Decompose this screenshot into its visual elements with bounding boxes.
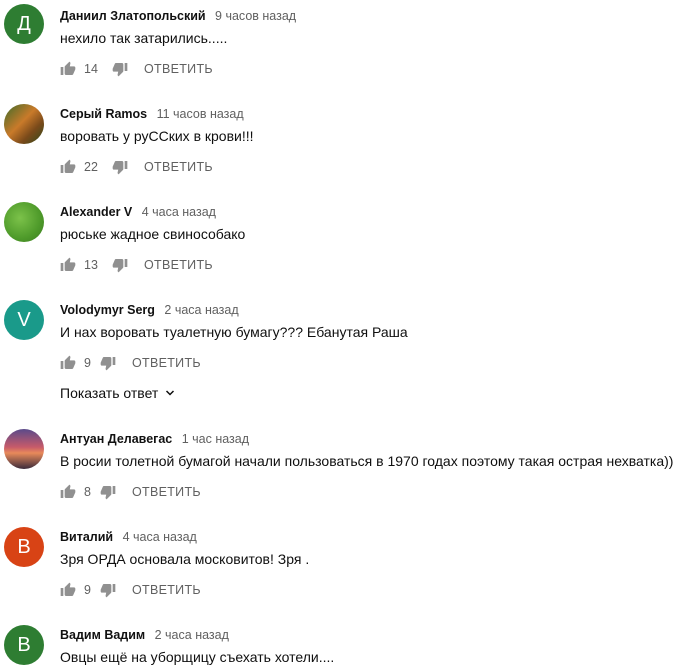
comment-time[interactable]: 11 часов назад — [157, 107, 244, 121]
comment-text: В росии толетной бумагой начали пользова… — [60, 453, 674, 469]
comment-time[interactable]: 9 часов назад — [215, 9, 296, 23]
like-count: 22 — [84, 160, 98, 174]
thumb-up-icon[interactable] — [60, 61, 76, 77]
comment-text: нехило так затарились..... — [60, 30, 228, 46]
comment-text: воровать у руССких в крови!!! — [60, 128, 254, 144]
thumb-up-icon[interactable] — [60, 582, 76, 598]
comment-time[interactable]: 2 часа назад — [155, 628, 229, 642]
comment-text: Зря ОРДА основала московитов! Зря . — [60, 551, 310, 567]
reply-button[interactable]: ОТВЕТИТЬ — [144, 160, 213, 174]
chevron-down-icon — [166, 390, 175, 396]
comment-author[interactable]: Даниил Златопольский — [60, 9, 206, 23]
comment-header: Антуан Делавегас 1 час назад — [60, 430, 249, 448]
thumb-up-icon[interactable] — [60, 257, 76, 273]
comment-header: Volodymyr Serg 2 часа назад — [60, 301, 239, 319]
comment-author[interactable]: Антуан Делавегас — [60, 432, 172, 446]
reply-button[interactable]: ОТВЕТИТЬ — [132, 583, 201, 597]
avatar-letter: Д — [17, 12, 31, 35]
like-count: 9 — [84, 583, 91, 597]
thumb-down-icon[interactable] — [100, 484, 116, 500]
comment-header: Вадим Вадим 2 часа назад — [60, 626, 229, 644]
comment-text: Овцы ещё на уборщицу съехать хотели.... — [60, 649, 335, 665]
comment-actions: 9 ОТВЕТИТЬ — [60, 581, 201, 599]
comment-actions: 22 ОТВЕТИТЬ — [60, 158, 213, 176]
comment-author[interactable]: Виталий — [60, 530, 113, 544]
comment-text: И нах воровать туалетную бумагу??? Ебану… — [60, 324, 408, 340]
thumb-down-icon[interactable] — [100, 582, 116, 598]
comment-time[interactable]: 2 часа назад — [164, 303, 238, 317]
comment-actions: 13 ОТВЕТИТЬ — [60, 256, 213, 274]
avatar-letter: В — [17, 535, 31, 558]
avatar[interactable] — [4, 104, 44, 144]
thumb-up-icon[interactable] — [60, 159, 76, 175]
comment-author[interactable]: Alexander V — [60, 205, 132, 219]
comment-item: Серый Ramos 11 часов назад воровать у ру… — [0, 100, 685, 180]
comment-time[interactable]: 1 час назад — [182, 432, 249, 446]
comment-time[interactable]: 4 часа назад — [123, 530, 197, 544]
comment-header: Даниил Златопольский 9 часов назад — [60, 7, 296, 25]
like-count: 14 — [84, 62, 98, 76]
show-replies-button[interactable]: Показать ответ — [60, 385, 176, 401]
like-count: 8 — [84, 485, 91, 499]
comment-actions: 8 ОТВЕТИТЬ — [60, 483, 201, 501]
avatar-letter: В — [17, 633, 31, 656]
comment-item: V Volodymyr Serg 2 часа назад И нах воро… — [0, 296, 685, 376]
thumb-down-icon[interactable] — [112, 159, 128, 175]
avatar[interactable] — [4, 202, 44, 242]
avatar-letter: V — [17, 308, 31, 331]
comment-text: рюське жадное свинособако — [60, 226, 246, 242]
like-count: 9 — [84, 356, 91, 370]
avatar[interactable] — [4, 429, 44, 469]
reply-button[interactable]: ОТВЕТИТЬ — [132, 356, 201, 370]
like-count: 13 — [84, 258, 98, 272]
thumb-up-icon[interactable] — [60, 355, 76, 371]
thumb-down-icon[interactable] — [112, 257, 128, 273]
thumb-down-icon[interactable] — [100, 355, 116, 371]
comment-item: В Вадим Вадим 2 часа назад Овцы ещё на у… — [0, 621, 685, 665]
comment-item: В Виталий 4 часа назад Зря ОРДА основала… — [0, 523, 685, 603]
comment-item: Антуан Делавегас 1 час назад В росии тол… — [0, 425, 685, 505]
comment-header: Alexander V 4 часа назад — [60, 203, 216, 221]
comment-item: Д Даниил Златопольский 9 часов назад нех… — [0, 2, 685, 82]
comment-author[interactable]: Вадим Вадим — [60, 628, 145, 642]
reply-button[interactable]: ОТВЕТИТЬ — [144, 62, 213, 76]
comment-header: Виталий 4 часа назад — [60, 528, 197, 546]
comment-actions: 14 ОТВЕТИТЬ — [60, 60, 213, 78]
comment-author[interactable]: Volodymyr Serg — [60, 303, 155, 317]
thumb-down-icon[interactable] — [112, 61, 128, 77]
comment-header: Серый Ramos 11 часов назад — [60, 105, 244, 123]
comment-item: Alexander V 4 часа назад рюське жадное с… — [0, 198, 685, 278]
comment-author[interactable]: Серый Ramos — [60, 107, 147, 121]
comment-time[interactable]: 4 часа назад — [142, 205, 216, 219]
show-replies-label: Показать ответ — [60, 385, 159, 401]
avatar[interactable]: V — [4, 300, 44, 340]
reply-button[interactable]: ОТВЕТИТЬ — [144, 258, 213, 272]
avatar[interactable]: В — [4, 625, 44, 665]
avatar[interactable]: В — [4, 527, 44, 567]
avatar[interactable]: Д — [4, 4, 44, 44]
thumb-up-icon[interactable] — [60, 484, 76, 500]
reply-button[interactable]: ОТВЕТИТЬ — [132, 485, 201, 499]
comment-actions: 9 ОТВЕТИТЬ — [60, 354, 201, 372]
